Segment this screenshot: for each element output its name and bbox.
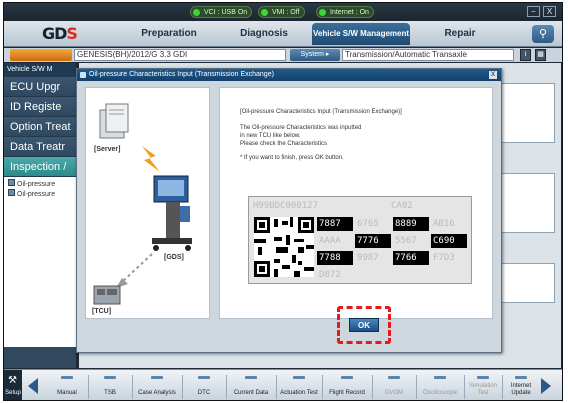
sidebar-item-ecu-upgrade[interactable]: ECU Upgr (4, 77, 76, 97)
suffix-code: CA02 (389, 199, 429, 213)
tcu-icon (93, 285, 121, 305)
message-panel: [Oil-pressure Characteristics Input (Tra… (219, 87, 493, 319)
setup-button[interactable]: ⚒ Setup (4, 370, 22, 400)
toolbar-dvom[interactable]: DVOM (374, 374, 414, 400)
message-heading: [Oil-pressure Characteristics Input (Tra… (240, 109, 402, 115)
code-cell: F7D3 (431, 251, 467, 265)
oil-pressure-dialog: Oil-pressure Characteristics Input (Tran… (76, 68, 502, 353)
code-cell: C690 (431, 234, 467, 248)
tcu-label: [TCU] (92, 308, 112, 315)
toolbar-current-data[interactable]: Current Data (228, 374, 274, 400)
code-cell: 7887 (317, 217, 353, 231)
message-line: The Oil-pressure Characteristics was inp… (240, 125, 362, 131)
divider (372, 375, 373, 399)
divider (132, 375, 133, 399)
vehicle-model-field[interactable]: GENESIS(BH)/2012/G 3.3 GDI (74, 49, 286, 61)
code-cell: AB16 (431, 217, 467, 231)
grid-icon[interactable]: ▦ (535, 49, 546, 61)
toolbar-case-analysis[interactable]: Case Analysis (134, 374, 180, 400)
gds-logo: GDS (42, 24, 78, 43)
code-cell: AAAA (317, 234, 353, 248)
divider (226, 375, 227, 399)
system-button[interactable]: System ▸ (290, 49, 340, 61)
code-cell: 7776 (355, 234, 391, 248)
toolbar-simulation-test[interactable]: Simulation Test (466, 374, 500, 400)
message-line: Please check the Characteristics (240, 141, 328, 147)
divider (416, 375, 417, 399)
vehicle-info-icon[interactable]: i (520, 49, 531, 61)
internet-status: Internet : On (316, 6, 374, 18)
sidebar-item-inspection[interactable]: Inspection / (4, 157, 76, 177)
gds-app-window: VCI : USB On VMI : Off Internet : On − X… (3, 2, 563, 401)
divider (464, 375, 465, 399)
divider (88, 375, 89, 399)
list-item[interactable]: Oil-pressure (4, 189, 76, 199)
background-panel (499, 83, 555, 143)
ok-button[interactable]: OK (349, 318, 379, 332)
code-cell: 7766 (393, 251, 429, 265)
divider (502, 375, 503, 399)
tab-repair[interactable]: Repair (420, 23, 500, 45)
toolbar-flight-record[interactable]: Flight Record (324, 374, 370, 400)
connection-illustration: [Server] [GDS] [TCU] (85, 87, 210, 319)
sidebar-sublist: Oil-pressure Oil-pressure (4, 177, 76, 347)
sidebar-item-option-treatment[interactable]: Option Treat (4, 117, 76, 137)
scroll-left-icon[interactable] (28, 378, 38, 394)
vci-status: VCI : USB On (190, 6, 253, 18)
background-panel (499, 173, 555, 233)
toolbar-dtc[interactable]: DTC (184, 374, 224, 400)
toolbar-actuation-test[interactable]: Actuation Test (278, 374, 320, 400)
dialog-close-button[interactable]: X (489, 71, 497, 79)
dialog-title: Oil-pressure Characteristics Input (Tran… (77, 69, 501, 81)
ok-highlight: OK (337, 306, 391, 344)
tab-vehicle-sw-management[interactable]: Vehicle S/W Management (312, 23, 410, 45)
gds-device-icon (152, 175, 192, 251)
code-cell: 6765 (355, 217, 391, 231)
minimize-button[interactable]: − (527, 6, 540, 17)
setup-icon: ⚒ (8, 375, 17, 386)
characteristics-code-grid: H99BDC000127 CA02 7887 6765 8889 AB16 AA… (248, 196, 472, 284)
code-cell: D872 (317, 268, 353, 282)
toolbar-tsb[interactable]: TSB (90, 374, 130, 400)
toolbar-manual[interactable]: Manual (48, 374, 86, 400)
sidebar-title: Vehicle S/W M (4, 63, 76, 77)
list-item[interactable]: Oil-pressure (4, 179, 76, 189)
serial-code: H99BDC000127 (251, 199, 347, 213)
bottom-toolbar: ⚒ Setup Manual TSB Case Analysis DTC Curr… (4, 369, 562, 400)
message-note: * If you want to finish, press OK button… (240, 155, 344, 161)
background-panel (499, 263, 555, 303)
wireless-bolt-icon (142, 146, 160, 172)
tab-preparation[interactable]: Preparation (124, 23, 214, 45)
sidebar: Vehicle S/W M ECU Upgr ID Registe Option… (4, 63, 76, 368)
message-line: in new TCU like below. (240, 133, 301, 139)
divider (322, 375, 323, 399)
search-icon[interactable]: ⚲ (532, 25, 554, 43)
gds-label: [GDS] (164, 254, 184, 261)
system-field[interactable]: Transmission/Automatic Transaxle (342, 49, 514, 61)
code-cell: 8889 (393, 217, 429, 231)
vehicle-info-bar: GENESIS(BH)/2012/G 3.3 GDI System ▸ Tran… (4, 48, 562, 62)
sidebar-item-data-treatment[interactable]: Data Treatr (4, 137, 76, 157)
status-bar: VCI : USB On VMI : Off Internet : On − X (4, 3, 562, 21)
qr-code-image (254, 217, 314, 277)
scroll-right-icon[interactable] (541, 378, 551, 394)
toolbar-oscilloscope[interactable]: Oscilloscope (418, 374, 462, 400)
divider (276, 375, 277, 399)
divider (182, 375, 183, 399)
code-cell: 7788 (317, 251, 353, 265)
code-cell: 5567 (393, 234, 429, 248)
connection-arrow (121, 253, 153, 283)
code-cell: 9987 (355, 251, 391, 265)
toolbar-internet-update[interactable]: Internet Update (504, 374, 538, 400)
tab-diagnosis[interactable]: Diagnosis (224, 23, 304, 45)
connection-diagram (93, 103, 192, 305)
server-icon (99, 103, 129, 139)
server-label: [Server] (94, 146, 121, 153)
sidebar-item-id-register[interactable]: ID Registe (4, 97, 76, 117)
vmi-status: VMI : Off (258, 6, 305, 18)
main-nav: GDS Preparation Diagnosis Vehicle S/W Ma… (4, 21, 562, 47)
vehicle-badge[interactable] (10, 49, 72, 61)
close-window-button[interactable]: X (543, 6, 556, 17)
